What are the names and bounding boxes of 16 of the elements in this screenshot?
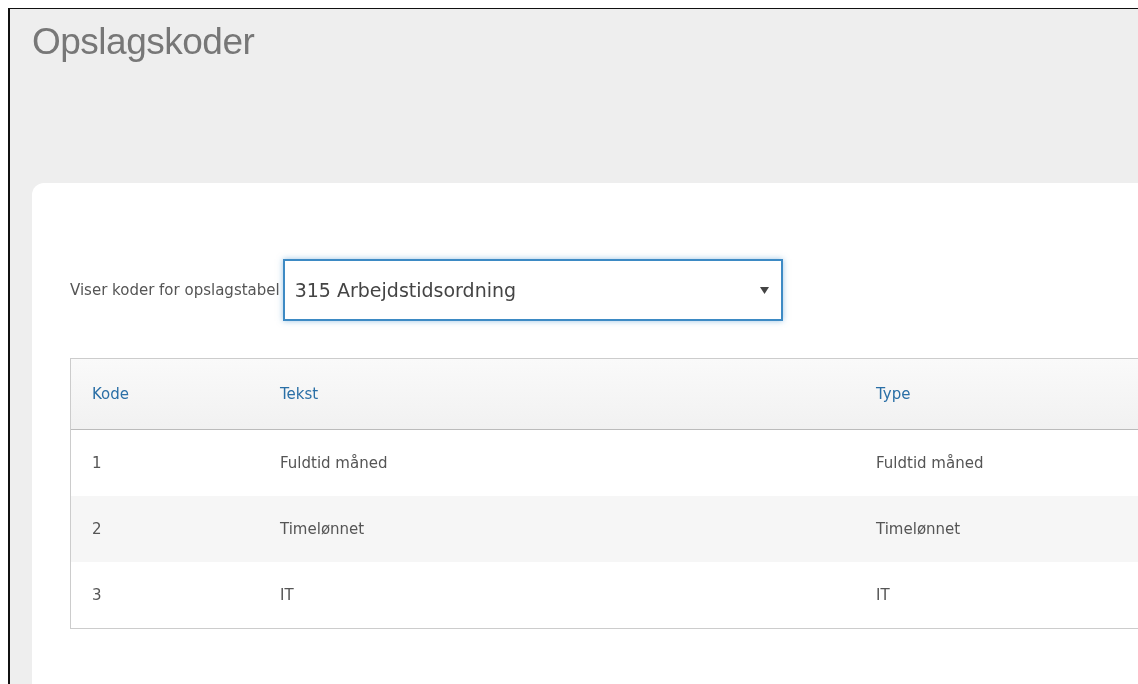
table-cell-text: IT xyxy=(280,586,295,604)
column-header[interactable]: Kode xyxy=(92,385,280,403)
table-cell-text: Fuldtid måned xyxy=(280,454,389,472)
table-cell-text: Timelønnet xyxy=(280,520,366,538)
table-cell-text: 3 xyxy=(92,586,103,604)
table-cell-text: 2 xyxy=(92,520,103,538)
table-select-dropdown[interactable]: 315 Arbejdstidsordning xyxy=(282,259,783,321)
table-cell: Fuldtid måned xyxy=(876,454,984,472)
table-cell-text: 1 xyxy=(92,454,103,472)
column-header[interactable]: Tekst xyxy=(280,385,876,403)
filter-label: Viser koder for opslagstabel xyxy=(70,281,280,299)
table-cell: IT xyxy=(876,586,890,604)
table-cell: Timelønnet xyxy=(876,520,961,538)
caret-icon xyxy=(759,286,769,294)
column-header[interactable]: Type xyxy=(876,385,911,403)
page-title: Opslagskoder xyxy=(32,20,256,64)
